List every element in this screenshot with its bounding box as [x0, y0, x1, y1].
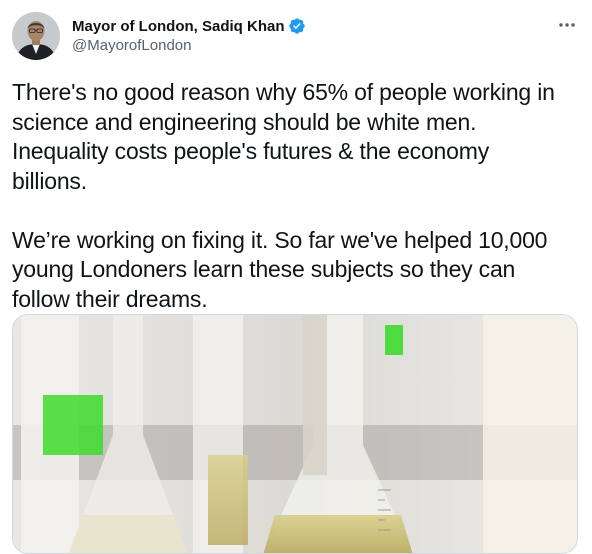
- avatar[interactable]: [12, 12, 60, 60]
- display-name[interactable]: Mayor of London, Sadiq Khan: [72, 18, 285, 35]
- tweet-header: Mayor of London, Sadiq Khan @MayorofLond…: [12, 12, 580, 62]
- more-options-icon[interactable]: [556, 14, 578, 36]
- tweet-text: There's no good reason why 65% of people…: [12, 79, 555, 312]
- display-name-row: Mayor of London, Sadiq Khan: [72, 16, 306, 36]
- author-names: Mayor of London, Sadiq Khan @MayorofLond…: [72, 16, 306, 54]
- author-handle[interactable]: @MayorofLondon: [72, 37, 306, 54]
- verified-badge-icon: [288, 18, 305, 34]
- tweet-media-image[interactable]: [12, 314, 578, 554]
